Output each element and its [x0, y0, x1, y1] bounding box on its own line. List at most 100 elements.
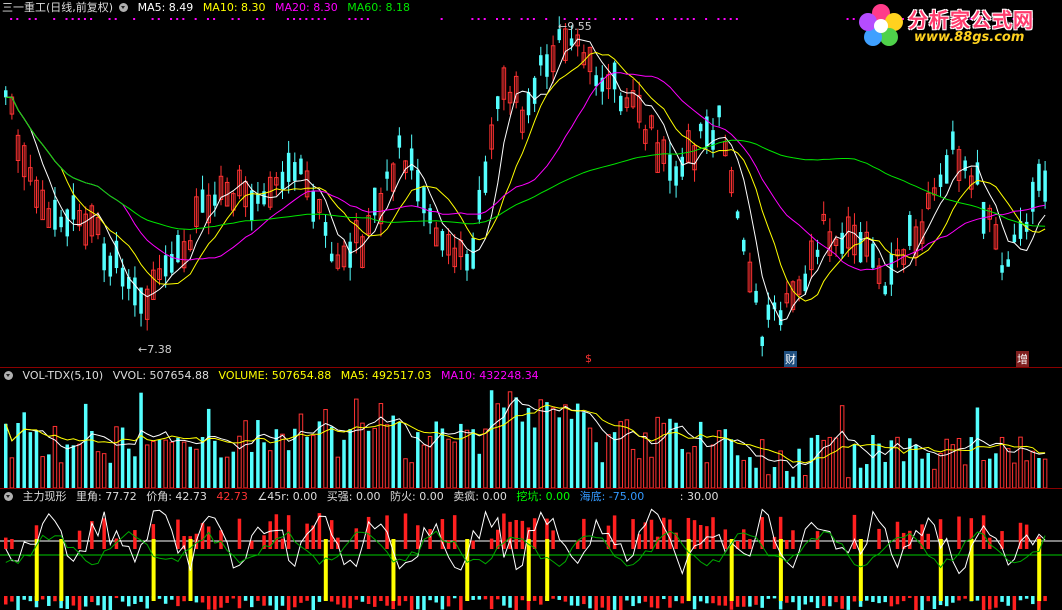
indicator-red-bar: [895, 521, 900, 549]
indicator-pane[interactable]: 主力现形 里角: 77.72 价角: 42.73 42.73 ∠45r: 0.0…: [0, 489, 1062, 610]
volume-header: VOL-TDX(5,10) VVOL: 507654.88 VOLUME: 50…: [0, 368, 545, 384]
volume-bar: [366, 430, 371, 488]
volume-bar: [335, 456, 341, 488]
indicator-red-bar: [416, 525, 420, 549]
indicator-bottom-bar: [532, 596, 537, 601]
volume-bar: [710, 444, 716, 488]
signal-dot: [360, 18, 363, 20]
indicator-bottom-bar: [422, 596, 426, 610]
indicator-red-bar: [692, 520, 697, 549]
indicator-bottom-bar: [311, 596, 315, 610]
indicator-bottom-bar: [539, 596, 543, 605]
price-candle: [163, 255, 168, 277]
indicator-chart[interactable]: [0, 489, 1062, 610]
indicator-bottom-bar: [551, 596, 555, 599]
volume-bar: [47, 454, 51, 488]
indicator-bottom-bar: [133, 596, 137, 604]
volume-bar: [520, 421, 525, 488]
indicator-bottom-bar: [926, 596, 930, 602]
price-pane[interactable]: 三一重工(日线,前复权) MA5: 8.49 MA10: 8.30 MA20: …: [0, 0, 1062, 368]
signal-dot: [846, 18, 849, 20]
volume-bar: [114, 426, 119, 488]
price-candle: [71, 195, 76, 220]
ma5-value: MA5: 8.49: [137, 1, 194, 14]
dropdown-icon[interactable]: [4, 492, 13, 501]
signal-dot: [151, 18, 154, 20]
indicator-bottom-bar: [637, 596, 641, 604]
ma10-value: MA10: 8.30: [202, 1, 266, 14]
indicator-bottom-bar: [360, 596, 365, 602]
volume-bar: [563, 404, 568, 488]
volume-bar: [305, 436, 309, 488]
volume-bar: [120, 427, 125, 488]
indicator-bottom-bar: [600, 596, 605, 608]
event-marker-increase[interactable]: 增: [1016, 351, 1029, 367]
indicator-red-bar: [926, 533, 930, 549]
indicator-yellow-bar: [729, 539, 734, 601]
indicator-bottom-bar: [65, 596, 69, 609]
indicator-bottom-bar: [895, 596, 900, 605]
volume-bar: [471, 429, 475, 488]
event-marker-dollar[interactable]: $: [585, 352, 592, 365]
indicator-bottom-bar: [619, 596, 623, 610]
volume-bar: [323, 409, 328, 488]
indicator-red-bar: [102, 518, 106, 549]
volume-bar: [735, 455, 740, 488]
indicator-bottom-bar: [286, 596, 291, 610]
price-chart[interactable]: [0, 0, 1062, 368]
signal-dot: [532, 18, 535, 20]
indicator-bottom-bar: [219, 596, 223, 608]
dropdown-icon[interactable]: [119, 3, 129, 12]
high-price-annotation: ←9.55: [558, 20, 592, 33]
volume-bar: [101, 453, 107, 488]
volume-bar: [716, 430, 722, 488]
event-marker-finance[interactable]: 财: [784, 351, 797, 367]
price-candle: [59, 216, 63, 228]
price-candle: [65, 209, 69, 237]
indicator-bottom-bar: [908, 596, 912, 599]
volume-chart[interactable]: [0, 368, 1062, 488]
volume-bar: [403, 458, 408, 488]
price-candle: [944, 155, 949, 184]
volume-bar: [1037, 458, 1041, 488]
indicator-bottom-bar: [250, 596, 254, 608]
signal-dot: [366, 18, 369, 20]
volume-bar: [434, 421, 438, 488]
price-candle: [539, 55, 543, 66]
indicator-yellow-bar: [151, 539, 156, 601]
volume-bar: [944, 438, 949, 488]
indicator-bottom-bar: [1043, 596, 1047, 602]
signal-dot: [594, 18, 597, 20]
price-candle: [120, 267, 125, 287]
indicator-red-bar: [403, 513, 408, 549]
indicator-bottom-bar: [846, 596, 851, 610]
price-candle: [471, 237, 475, 269]
mai-qiang-value: 买强: 0.00: [326, 490, 381, 503]
volume-bar: [58, 462, 64, 488]
volume-bar: [83, 403, 88, 488]
signal-dot: [293, 18, 296, 20]
signal-dot: [231, 18, 234, 20]
volume-bar: [446, 438, 451, 488]
price-candle: [329, 253, 334, 262]
price-candle: [311, 191, 315, 222]
signal-dot: [526, 18, 529, 20]
signal-dot: [612, 18, 615, 20]
mai-feng-value: 卖疯: 0.00: [453, 490, 507, 503]
volume-bar: [766, 474, 771, 488]
dropdown-icon[interactable]: [4, 371, 13, 380]
volume-bar: [538, 399, 544, 488]
volume-pane[interactable]: VOL-TDX(5,10) VVOL: 507654.88 VOLUME: 50…: [0, 368, 1062, 488]
price-candle: [803, 273, 807, 292]
indicator-bottom-bar: [47, 596, 51, 606]
signal-dot: [305, 18, 308, 20]
signal-dot: [477, 18, 480, 20]
indicator-bottom-bar: [791, 596, 795, 603]
volume-bar: [206, 408, 211, 488]
price-candle: [545, 54, 549, 77]
indicator-bottom-bar: [1024, 596, 1029, 599]
volume-bar: [932, 468, 937, 488]
volume-bar: [127, 448, 131, 488]
indicator-bottom-bar: [305, 596, 309, 601]
signal-dot: [323, 18, 326, 20]
